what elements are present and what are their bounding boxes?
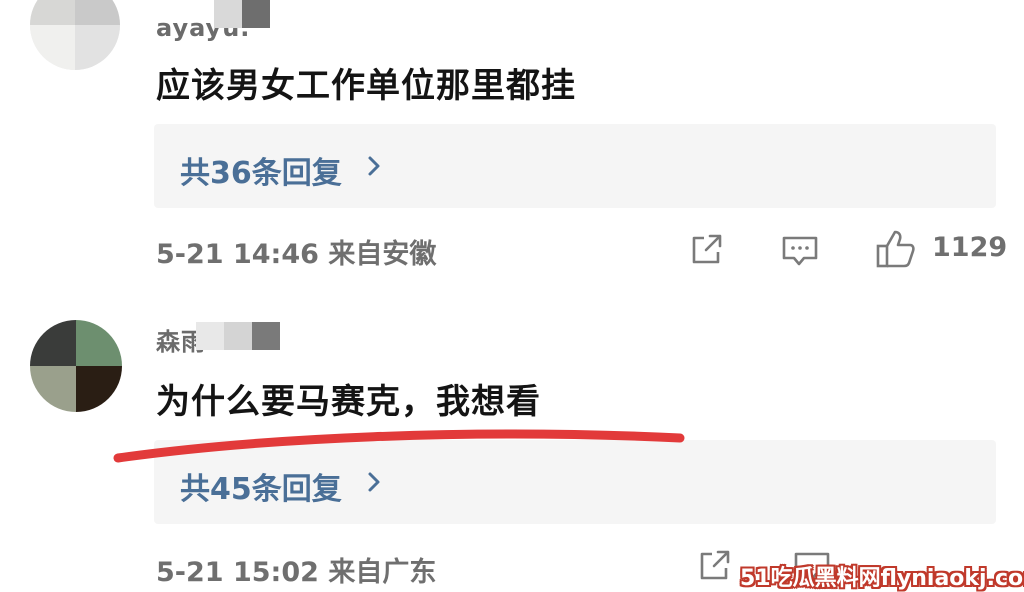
avatar[interactable] xyxy=(30,320,122,412)
comment-date: 5-21 14:46 xyxy=(156,239,319,270)
view-replies-button[interactable]: 共36条回复 xyxy=(154,124,996,208)
username-mosaic xyxy=(196,322,280,350)
comment-item: ayayu. 应该男女工作单位那里都挂 共36条回复 5-21 14:46 来自… xyxy=(0,0,1024,300)
share-button[interactable] xyxy=(696,548,734,584)
share-button[interactable] xyxy=(688,232,726,268)
comment-meta: 5-21 14:46 来自安徽 xyxy=(156,232,436,271)
avatar[interactable] xyxy=(30,0,120,70)
username-mosaic xyxy=(214,0,270,28)
comment-text: 为什么要马赛克，我想看 xyxy=(156,382,541,422)
comment-date: 5-21 15:02 xyxy=(156,557,319,588)
comment-icon xyxy=(782,236,818,266)
share-icon xyxy=(700,550,730,580)
like-button[interactable] xyxy=(874,228,918,272)
like-count: 1129 xyxy=(932,232,1008,263)
replies-count: 共45条回复 xyxy=(180,472,342,507)
thumbs-up-icon xyxy=(876,230,915,268)
chevron-right-icon xyxy=(368,156,380,176)
watermark: 51吃瓜黑料网flyniaokj.com xyxy=(740,566,1024,591)
comment-text: 应该男女工作单位那里都挂 xyxy=(156,66,576,106)
comment-location: 来自安徽 xyxy=(328,239,437,270)
comment-item: 森雨 为什么要马赛克，我想看 共45条回复 5-21 15:02 来自广东 xyxy=(0,300,1024,590)
share-icon xyxy=(692,234,722,264)
comment-meta: 5-21 15:02 来自广东 xyxy=(156,550,436,589)
chevron-right-icon xyxy=(368,472,380,492)
replies-count: 共36条回复 xyxy=(180,156,342,191)
view-replies-button[interactable]: 共45条回复 xyxy=(154,440,996,524)
comment-button[interactable] xyxy=(780,232,820,270)
comment-location: 来自广东 xyxy=(328,557,437,588)
